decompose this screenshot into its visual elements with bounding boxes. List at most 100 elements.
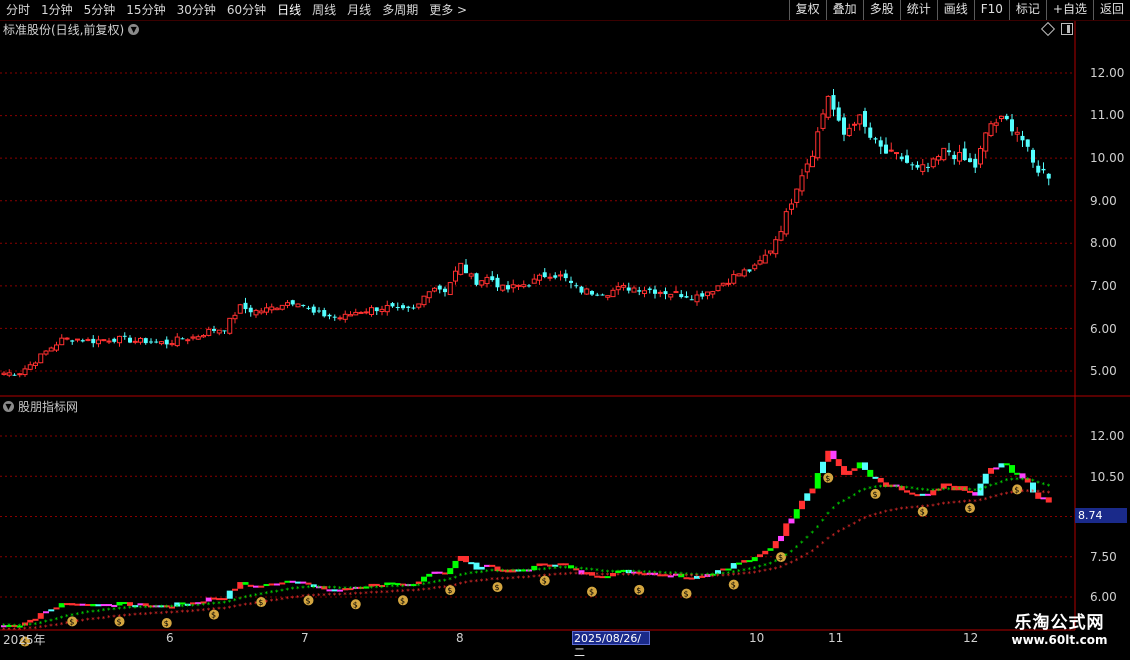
candle-body bbox=[295, 303, 301, 308]
candle-body bbox=[227, 317, 233, 334]
red-dot-line: * bbox=[931, 502, 935, 510]
candle-body bbox=[936, 156, 941, 161]
candle-body bbox=[332, 316, 337, 318]
candle-body bbox=[752, 264, 758, 270]
green-dot-line: * bbox=[816, 524, 820, 532]
red-dot-line: * bbox=[784, 562, 788, 570]
candle-body bbox=[993, 122, 999, 126]
date-label: 7 bbox=[301, 631, 309, 645]
red-dot-line: * bbox=[790, 560, 794, 568]
red-dot-line: * bbox=[170, 609, 174, 617]
candle-body bbox=[248, 307, 253, 313]
red-dot-line: * bbox=[548, 572, 552, 580]
red-dot-line: * bbox=[517, 575, 521, 583]
candle-body bbox=[138, 337, 143, 343]
green-dot-line: * bbox=[1036, 479, 1040, 487]
indicator-bar bbox=[914, 494, 921, 497]
candle-body bbox=[416, 303, 422, 308]
candle-body bbox=[453, 270, 458, 282]
red-dot-line: * bbox=[973, 498, 977, 506]
green-dot-line: * bbox=[485, 568, 489, 576]
indicator-bar bbox=[237, 582, 244, 589]
chevron-down-icon[interactable]: ▼ bbox=[3, 400, 14, 412]
indicator-bar bbox=[751, 557, 758, 562]
candle-body bbox=[899, 156, 904, 160]
candle-body bbox=[70, 340, 75, 342]
red-dot-line: * bbox=[165, 610, 169, 618]
candle-body bbox=[17, 373, 23, 376]
green-dot-line: * bbox=[265, 590, 269, 598]
red-dot-line: * bbox=[427, 586, 431, 594]
green-dot-line: * bbox=[973, 487, 977, 495]
indicator-bar bbox=[79, 603, 86, 606]
indicator-bar bbox=[48, 609, 55, 612]
indicator-bar bbox=[90, 603, 97, 607]
candle-body bbox=[973, 158, 978, 168]
indicator-bar bbox=[442, 572, 448, 575]
red-dot-line: * bbox=[601, 571, 605, 579]
candle-body bbox=[143, 338, 148, 344]
candle-body bbox=[128, 337, 132, 343]
green-dot-line: * bbox=[1042, 481, 1046, 489]
red-dot-line: * bbox=[580, 571, 584, 579]
price-tick: 12.00 bbox=[1090, 66, 1125, 80]
candle-body bbox=[947, 150, 951, 153]
candle-body bbox=[915, 164, 920, 168]
current-value-tag: 8.74 bbox=[1075, 508, 1127, 523]
red-dot-line: * bbox=[984, 496, 988, 504]
red-dot-line: * bbox=[322, 592, 326, 600]
indicator-bar bbox=[37, 613, 44, 619]
candle-body bbox=[657, 291, 663, 294]
indicator-bar bbox=[253, 585, 259, 588]
candle-body bbox=[269, 306, 275, 311]
red-dot-line: * bbox=[532, 574, 536, 582]
candle-body bbox=[647, 288, 652, 290]
indicator-bar bbox=[772, 541, 779, 549]
indicator-bar bbox=[1045, 497, 1052, 503]
candle-body bbox=[212, 328, 216, 331]
candle-body bbox=[379, 308, 385, 312]
panel-toggle-icon[interactable] bbox=[1061, 23, 1073, 35]
candle-body bbox=[149, 341, 153, 343]
red-dot-line: * bbox=[1005, 490, 1009, 498]
red-dot-line: * bbox=[375, 589, 379, 597]
candle-body bbox=[878, 140, 883, 147]
stock-title: 标准股份(日线,前复权) bbox=[3, 22, 125, 37]
red-dot-line: * bbox=[191, 608, 195, 616]
green-dot-line: * bbox=[837, 501, 841, 509]
indicator-bar bbox=[846, 470, 853, 475]
candle-body bbox=[842, 117, 846, 135]
candle-body bbox=[794, 188, 800, 203]
candle-body bbox=[941, 147, 947, 161]
candle-body bbox=[54, 344, 59, 351]
red-dot-line: * bbox=[832, 532, 836, 540]
candle-body bbox=[59, 337, 65, 346]
red-dot-line: * bbox=[464, 579, 468, 587]
red-dot-line: * bbox=[454, 582, 458, 590]
red-dot-line: * bbox=[328, 592, 332, 600]
money-bag-icon-glyph: $ bbox=[211, 611, 216, 620]
candle-body bbox=[500, 284, 506, 291]
red-dot-line: * bbox=[1000, 492, 1004, 500]
red-dot-line: * bbox=[527, 574, 531, 582]
red-dot-line: * bbox=[265, 598, 269, 606]
chevron-down-icon[interactable]: ▼ bbox=[128, 23, 140, 35]
red-dot-line: * bbox=[128, 612, 132, 620]
red-dot-line: * bbox=[1047, 490, 1051, 498]
red-dot-line: * bbox=[522, 574, 526, 582]
candle-body bbox=[673, 291, 679, 294]
candle-body bbox=[342, 313, 348, 320]
money-bag-icon-glyph: $ bbox=[825, 474, 830, 483]
red-dot-line: * bbox=[674, 572, 678, 580]
candle-body bbox=[484, 276, 490, 285]
red-dot-line: * bbox=[564, 571, 568, 579]
indicator-bar bbox=[767, 548, 774, 551]
red-dot-line: * bbox=[401, 588, 405, 596]
candle-body bbox=[154, 341, 159, 343]
money-bag-icon-glyph: $ bbox=[306, 596, 311, 605]
red-dot-line: * bbox=[249, 601, 253, 609]
candle-body bbox=[353, 311, 359, 316]
green-dot-line: * bbox=[947, 486, 951, 494]
price-chart[interactable]: **********$******************$**********… bbox=[0, 0, 1130, 650]
green-dot-line: * bbox=[291, 586, 295, 594]
